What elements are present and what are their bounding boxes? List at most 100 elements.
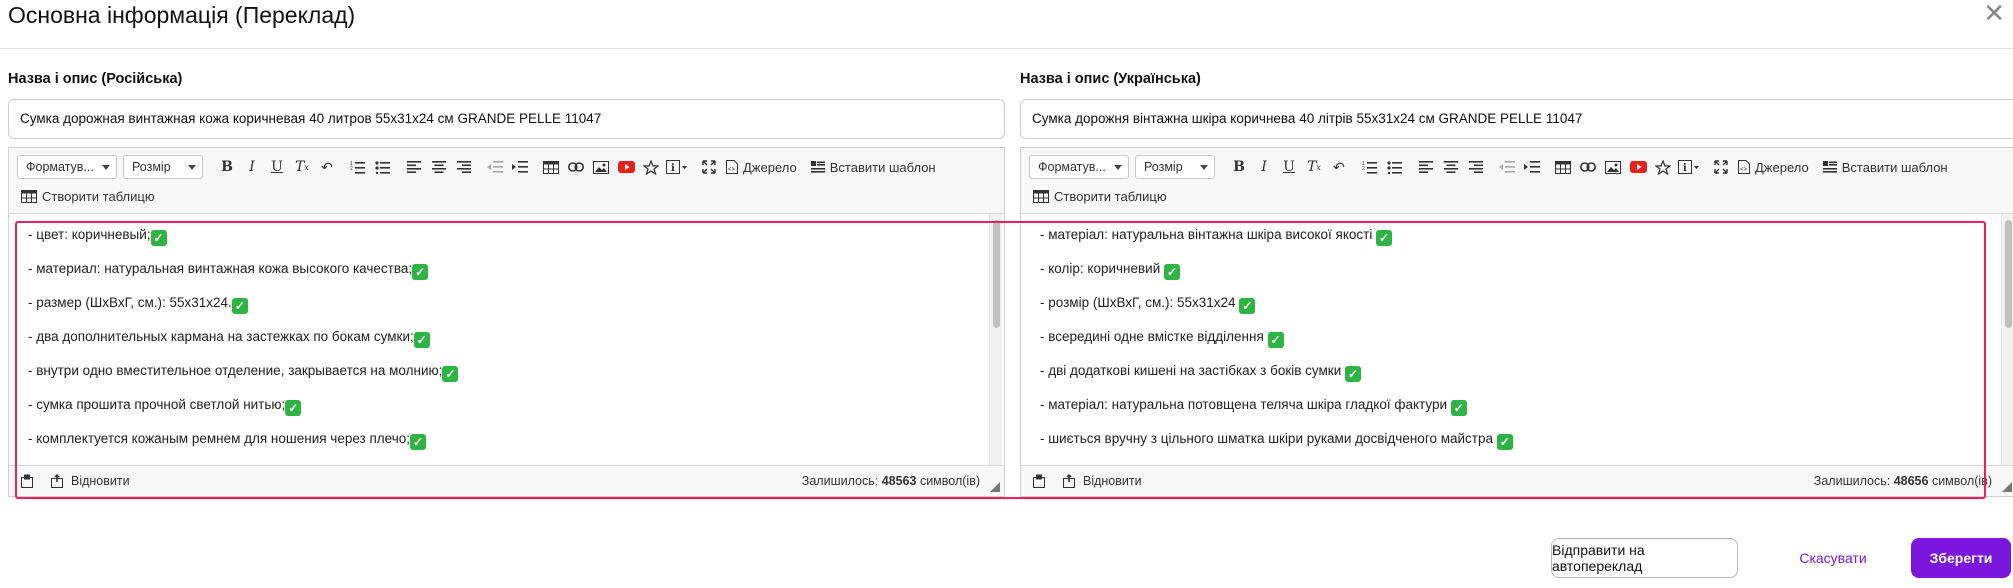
content-line-text: - размер (ШхВхГ, см.): 55х31х24.	[28, 295, 232, 310]
scrollbar-thumb[interactable]	[993, 220, 1000, 328]
outdent-icon[interactable]	[1495, 155, 1519, 179]
size-dropdown[interactable]: Розмір	[1135, 155, 1215, 179]
editor-content-ukrainian[interactable]: - матеріал: натуральна вінтажна шкіра ви…	[1021, 214, 2001, 466]
undo-icon[interactable]: ↶	[1327, 155, 1351, 179]
svg-text:2: 2	[1362, 166, 1365, 172]
underline-icon[interactable]: U	[265, 155, 289, 179]
content-line-text: - комплектуется кожаным ремнем для ношен…	[28, 431, 411, 446]
info-dropdown-icon[interactable]: i	[664, 155, 690, 179]
maximize-icon[interactable]	[1709, 155, 1733, 179]
remaining-count: 48563	[881, 474, 917, 488]
size-dropdown-label: Розмір	[1144, 160, 1183, 174]
bullet-list-icon[interactable]	[1383, 155, 1407, 179]
format-dropdown[interactable]: Форматув...	[1029, 155, 1129, 179]
align-center-icon[interactable]	[1439, 155, 1463, 179]
save-draft-icon[interactable]	[1031, 473, 1047, 489]
align-center-icon[interactable]	[427, 155, 451, 179]
check-mark-icon: ✓	[442, 366, 459, 382]
create-table-button[interactable]: Створити таблицю	[1029, 184, 1171, 208]
source-icon: <>	[1738, 160, 1750, 174]
italic-icon[interactable]: I	[240, 155, 264, 179]
table-icon[interactable]	[539, 155, 563, 179]
auto-translate-button[interactable]: Відправити на автопереклад	[1551, 538, 1738, 578]
insert-template-label: Вставити шаблон	[829, 159, 936, 175]
align-right-icon[interactable]	[1464, 155, 1488, 179]
editor-content-russian[interactable]: - цвет: коричневый; ✓ - материал: натурал…	[9, 214, 989, 466]
source-button[interactable]: <> Джерело	[722, 155, 801, 179]
numbered-list-icon[interactable]: 12	[346, 155, 370, 179]
scrollbar-thumb[interactable]	[2005, 220, 2012, 328]
content-line-text: - материал: натуральная винтажная кожа в…	[28, 261, 413, 276]
content-line-text: - цвет: коричневый;	[28, 227, 151, 242]
check-mark-icon: ✓	[1496, 434, 1513, 450]
youtube-icon[interactable]	[1626, 155, 1650, 179]
bold-icon[interactable]: B	[1227, 155, 1251, 179]
vertical-scrollbar[interactable]	[2001, 214, 2013, 466]
restore-label: Відновити	[1083, 474, 1142, 488]
source-button[interactable]: <> Джерело	[1734, 155, 1813, 179]
modal-title: Основна інформація (Переклад)	[8, 2, 356, 28]
size-dropdown[interactable]: Розмір	[123, 155, 203, 179]
editor-statusbar: Відновити Залишилось: 48563 символ(ів)	[9, 465, 1004, 496]
resize-grip-icon[interactable]	[2002, 482, 2012, 492]
content-line-text: - матеріал: натуральна вінтажна шкіра ви…	[1040, 227, 1377, 242]
info-dropdown-icon[interactable]: i	[1676, 155, 1702, 179]
close-icon[interactable]: ✕	[1983, 0, 2005, 26]
content-line-text: - внутри одно вместительное отделение, з…	[28, 363, 443, 378]
content-line: - матеріал: натуральна потовщена теляча …	[1040, 396, 2001, 430]
editor-toolbar: Форматув... Розмір B I U Tx ↶ 12 i <> Дж…	[1021, 148, 2013, 214]
content-line: - дві додаткові кишені на застібках з бо…	[1040, 362, 2001, 396]
insert-template-label: Вставити шаблон	[1841, 159, 1948, 175]
create-table-button[interactable]: Створити таблицю	[17, 184, 159, 208]
underline-icon[interactable]: U	[1277, 155, 1301, 179]
header-divider	[0, 48, 2013, 49]
table-icon[interactable]	[1551, 155, 1575, 179]
indent-icon[interactable]	[1520, 155, 1544, 179]
content-line-text: - матеріал: натуральна потовщена теляча …	[1040, 397, 1451, 412]
column-russian: Назва і опис (Російська) Сумка дорожная …	[8, 70, 1005, 497]
source-icon: <>	[726, 160, 738, 174]
restore-button[interactable]: Відновити	[1061, 473, 1142, 489]
outdent-icon[interactable]	[483, 155, 507, 179]
editor-statusbar: Відновити Залишилось: 48656 символ(ів)	[1021, 465, 2013, 496]
check-mark-icon: ✓	[285, 400, 302, 416]
check-mark-icon: ✓	[1164, 264, 1181, 280]
link-icon[interactable]	[564, 155, 588, 179]
undo-icon[interactable]: ↶	[315, 155, 339, 179]
vertical-scrollbar[interactable]	[989, 214, 1002, 466]
insert-template-button[interactable]: Вставити шаблон	[1819, 155, 1952, 179]
column-ukrainian: Назва і опис (Українська) Сумка дорожня …	[1020, 70, 2013, 497]
format-dropdown[interactable]: Форматув...	[17, 155, 117, 179]
maximize-icon[interactable]	[697, 155, 721, 179]
bullet-list-icon[interactable]	[371, 155, 395, 179]
indent-icon[interactable]	[508, 155, 532, 179]
numbered-list-icon[interactable]: 12	[1358, 155, 1382, 179]
svg-text:<>: <>	[1740, 167, 1748, 173]
cancel-button[interactable]: Скасувати	[1789, 538, 1877, 578]
insert-template-button[interactable]: Вставити шаблон	[807, 155, 940, 179]
bold-icon[interactable]: B	[215, 155, 239, 179]
check-mark-icon: ✓	[1239, 298, 1256, 314]
table-grid-icon	[21, 189, 37, 203]
image-icon[interactable]	[589, 155, 613, 179]
restore-button[interactable]: Відновити	[49, 473, 130, 489]
link-icon[interactable]	[1576, 155, 1600, 179]
align-left-icon[interactable]	[402, 155, 426, 179]
title-input-russian[interactable]: Сумка дорожная винтажная кожа коричневая…	[8, 99, 1005, 139]
star-icon[interactable]	[639, 155, 663, 179]
remove-format-icon[interactable]: Tx	[290, 155, 314, 179]
editor-russian: Форматув... Розмір B I U Tx ↶ 12 i <> Дж…	[8, 147, 1005, 497]
align-left-icon[interactable]	[1414, 155, 1438, 179]
svg-text:<>: <>	[728, 167, 736, 173]
remove-format-icon[interactable]: Tx	[1302, 155, 1326, 179]
italic-icon[interactable]: I	[1252, 155, 1276, 179]
resize-grip-icon[interactable]	[990, 482, 1000, 492]
title-input-ukrainian[interactable]: Сумка дорожня вінтажна шкіра коричнева 4…	[1020, 99, 2013, 139]
align-right-icon[interactable]	[452, 155, 476, 179]
image-icon[interactable]	[1601, 155, 1625, 179]
save-button[interactable]: Зберегти	[1911, 538, 2011, 578]
content-line: - размер (ШхВхГ, см.): 55х31х24. ✓	[28, 294, 989, 328]
save-draft-icon[interactable]	[19, 473, 35, 489]
star-icon[interactable]	[1651, 155, 1675, 179]
youtube-icon[interactable]	[614, 155, 638, 179]
